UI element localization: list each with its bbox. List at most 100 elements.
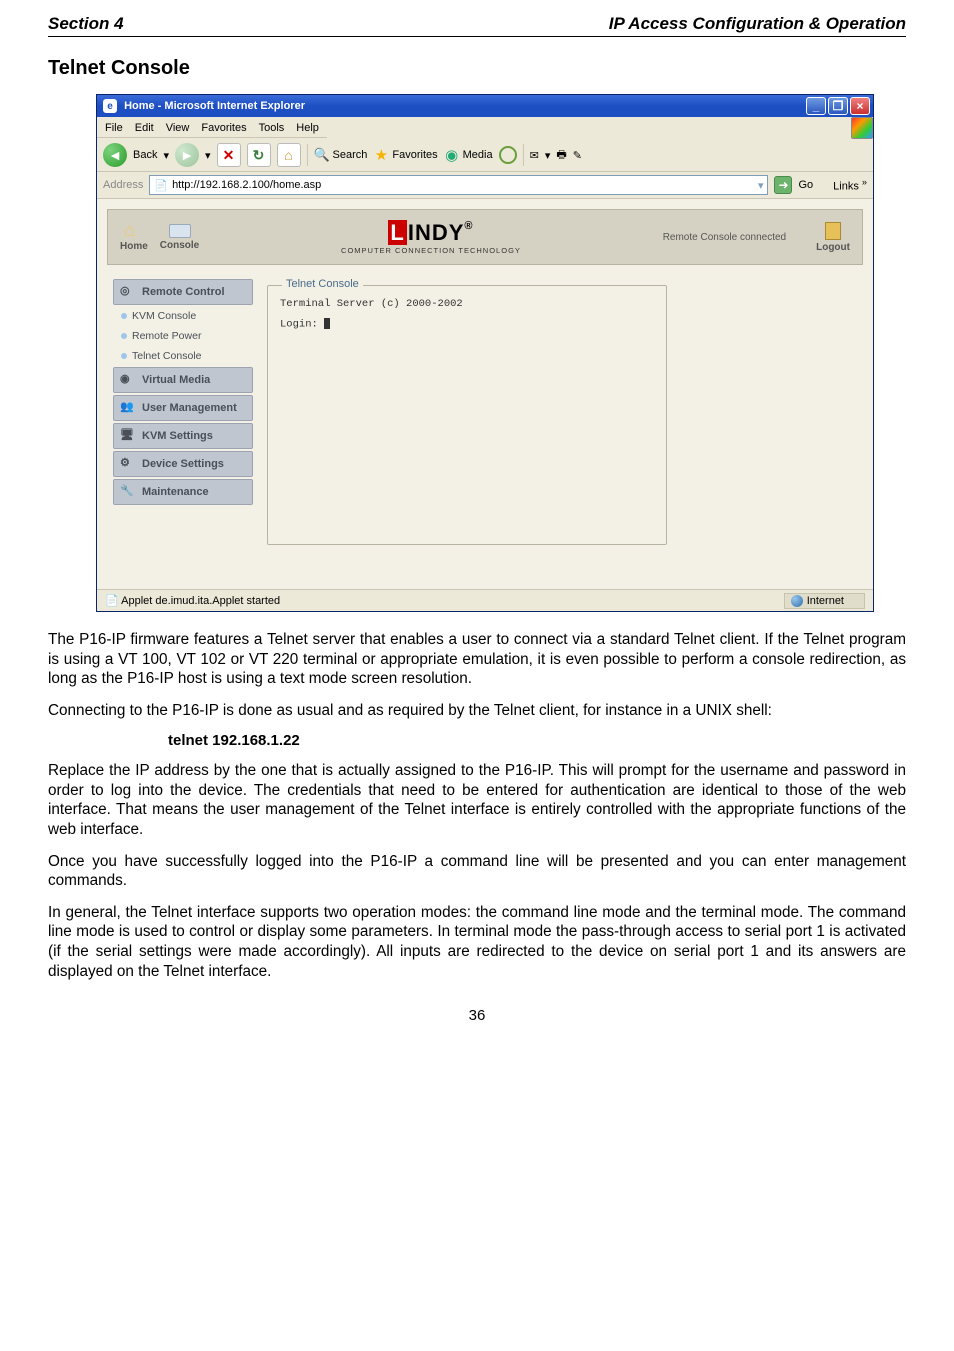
brand-logo: LINDY® COMPUTER CONNECTION TECHNOLOGY (341, 220, 521, 255)
screenshot: e Home - Microsoft Internet Explorer _ ❐… (96, 94, 874, 612)
paragraph-5: In general, the Telnet interface support… (48, 903, 906, 981)
ie-icon: e (103, 99, 117, 113)
wrench-icon: 🔧 (120, 484, 136, 500)
close-button[interactable]: × (850, 97, 870, 115)
sidebar-item-kvm-console[interactable]: KVM Console (113, 307, 253, 325)
sidebar-label-maintenance: Maintenance (142, 486, 209, 498)
target-icon: ◎ (120, 284, 136, 300)
menu-tools[interactable]: Tools (259, 122, 285, 134)
sidebar-group-kvm-settings[interactable]: 🖥KVM Settings (113, 423, 253, 449)
edit-icon[interactable]: ✎ (573, 149, 582, 162)
bullet-icon (121, 333, 127, 339)
console-icon (169, 224, 191, 238)
media-label: Media (463, 149, 493, 161)
reg-mark: ® (464, 220, 473, 232)
star-icon: ★ (373, 147, 389, 163)
paragraph-1: The P16-IP firmware features a Telnet se… (48, 630, 906, 689)
status-text: 📄 Applet de.imud.ita.Applet started (105, 594, 280, 607)
terminal-line-1: Terminal Server (c) 2000-2002 (280, 298, 654, 310)
forward-dropdown-icon[interactable]: ▾ (205, 149, 211, 162)
back-button[interactable]: ◄ (103, 143, 127, 167)
menu-bar: File Edit View Favorites Tools Help (97, 119, 327, 138)
favorites-button[interactable]: ★Favorites (373, 147, 437, 163)
address-label: Address (103, 179, 143, 191)
mail-icon[interactable]: ✉ (530, 149, 539, 162)
menu-help[interactable]: Help (296, 122, 319, 134)
back-dropdown-icon[interactable]: ▾ (163, 149, 169, 162)
minimize-button[interactable]: _ (806, 97, 826, 115)
menu-favorites[interactable]: Favorites (201, 122, 246, 134)
home-icon: ⌂ (124, 223, 144, 239)
main-panel: Telnet Console Terminal Server (c) 2000-… (267, 279, 857, 545)
paragraph-2: Connecting to the P16-IP is done as usua… (48, 701, 906, 721)
page-title: Telnet Console (48, 57, 906, 80)
monitor-icon: 🖥 (120, 428, 136, 444)
nav-home[interactable]: ⌂ Home (120, 223, 148, 252)
logout-button[interactable]: Logout (816, 222, 850, 253)
address-dropdown-icon[interactable]: ▾ (758, 179, 764, 192)
back-label: Back (133, 149, 157, 161)
sidebar-item-telnet-console[interactable]: Telnet Console (113, 347, 253, 365)
zone-label: Internet (807, 595, 844, 607)
print-icon[interactable]: 🖶 (556, 146, 566, 165)
refresh-button[interactable]: ↻ (247, 143, 271, 167)
page-number: 36 (48, 1007, 906, 1024)
address-field[interactable]: 📄 http://192.168.2.100/home.asp ▾ (149, 175, 768, 195)
sidebar-group-virtual-media[interactable]: ◉Virtual Media (113, 367, 253, 393)
telnet-console-fieldset: Telnet Console Terminal Server (c) 2000-… (267, 285, 667, 545)
sidebar-group-user-management[interactable]: 👥User Management (113, 395, 253, 421)
applet-icon: 📄 (105, 595, 119, 607)
window-titlebar: e Home - Microsoft Internet Explorer _ ❐… (97, 95, 873, 117)
sidebar-label-remote-control: Remote Control (142, 286, 225, 298)
logo-tagline: COMPUTER CONNECTION TECHNOLOGY (341, 246, 521, 255)
sidebar-group-remote-control[interactable]: ◎ Remote Control (113, 279, 253, 305)
search-label: Search (333, 149, 368, 161)
menu-file[interactable]: File (105, 122, 123, 134)
chapter-label: IP Access Configuration & Operation (609, 14, 906, 34)
page-icon: 📄 (154, 179, 168, 192)
sidebar-item-label: Telnet Console (132, 350, 201, 362)
window-title: Home - Microsoft Internet Explorer (124, 100, 305, 112)
paragraph-3: Replace the IP address by the one that i… (48, 761, 906, 839)
page-content: ⌂ Home Console LINDY® COMPUTER CONNECTIO… (97, 199, 873, 589)
maximize-button[interactable]: ❐ (828, 97, 848, 115)
forward-button[interactable]: ► (175, 143, 199, 167)
menu-view[interactable]: View (166, 122, 190, 134)
nav-console[interactable]: Console (160, 224, 199, 251)
app-header: ⌂ Home Console LINDY® COMPUTER CONNECTIO… (107, 209, 863, 265)
favorites-label: Favorites (392, 149, 437, 161)
sidebar-item-label: Remote Power (132, 330, 201, 342)
menu-edit[interactable]: Edit (135, 122, 154, 134)
stop-button[interactable]: ✕ (217, 143, 241, 167)
cursor-icon (324, 318, 330, 329)
history-icon[interactable] (499, 146, 517, 164)
search-icon (314, 147, 330, 163)
logout-label: Logout (816, 242, 850, 253)
terminal-output[interactable]: Terminal Server (c) 2000-2002 Login: (280, 298, 654, 330)
bullet-icon (121, 353, 127, 359)
sidebar-label-user-management: User Management (142, 402, 237, 414)
logo-l: L (388, 220, 406, 245)
sidebar-item-label: KVM Console (132, 310, 196, 322)
status-bar: 📄 Applet de.imud.ita.Applet started Inte… (97, 589, 873, 611)
globe-icon (791, 595, 803, 607)
terminal-login-prompt: Login: (280, 318, 324, 330)
media-button[interactable]: ◉Media (444, 147, 493, 163)
sidebar-label-device-settings: Device Settings (142, 458, 224, 470)
mail-dropdown-icon[interactable]: ▾ (545, 149, 551, 162)
home-button[interactable]: ⌂ (277, 143, 301, 167)
windows-logo-icon (851, 117, 873, 139)
bullet-icon (121, 313, 127, 319)
section-label: Section 4 (48, 14, 124, 34)
nav-console-label: Console (160, 240, 199, 251)
toolbar: ◄ Back ▾ ► ▾ ✕ ↻ ⌂ Search ★Favorites ◉Me… (97, 139, 873, 172)
sidebar-item-remote-power[interactable]: Remote Power (113, 327, 253, 345)
sidebar-group-maintenance[interactable]: 🔧 Maintenance (113, 479, 253, 505)
links-label[interactable]: Links » (833, 177, 867, 193)
gear-icon: ⚙ (120, 456, 136, 472)
fieldset-legend: Telnet Console (282, 278, 363, 290)
sidebar-group-device-settings[interactable]: ⚙ Device Settings (113, 451, 253, 477)
search-button[interactable]: Search (314, 147, 368, 163)
go-button[interactable]: ➜ (774, 176, 792, 194)
url-text: http://192.168.2.100/home.asp (172, 179, 321, 191)
